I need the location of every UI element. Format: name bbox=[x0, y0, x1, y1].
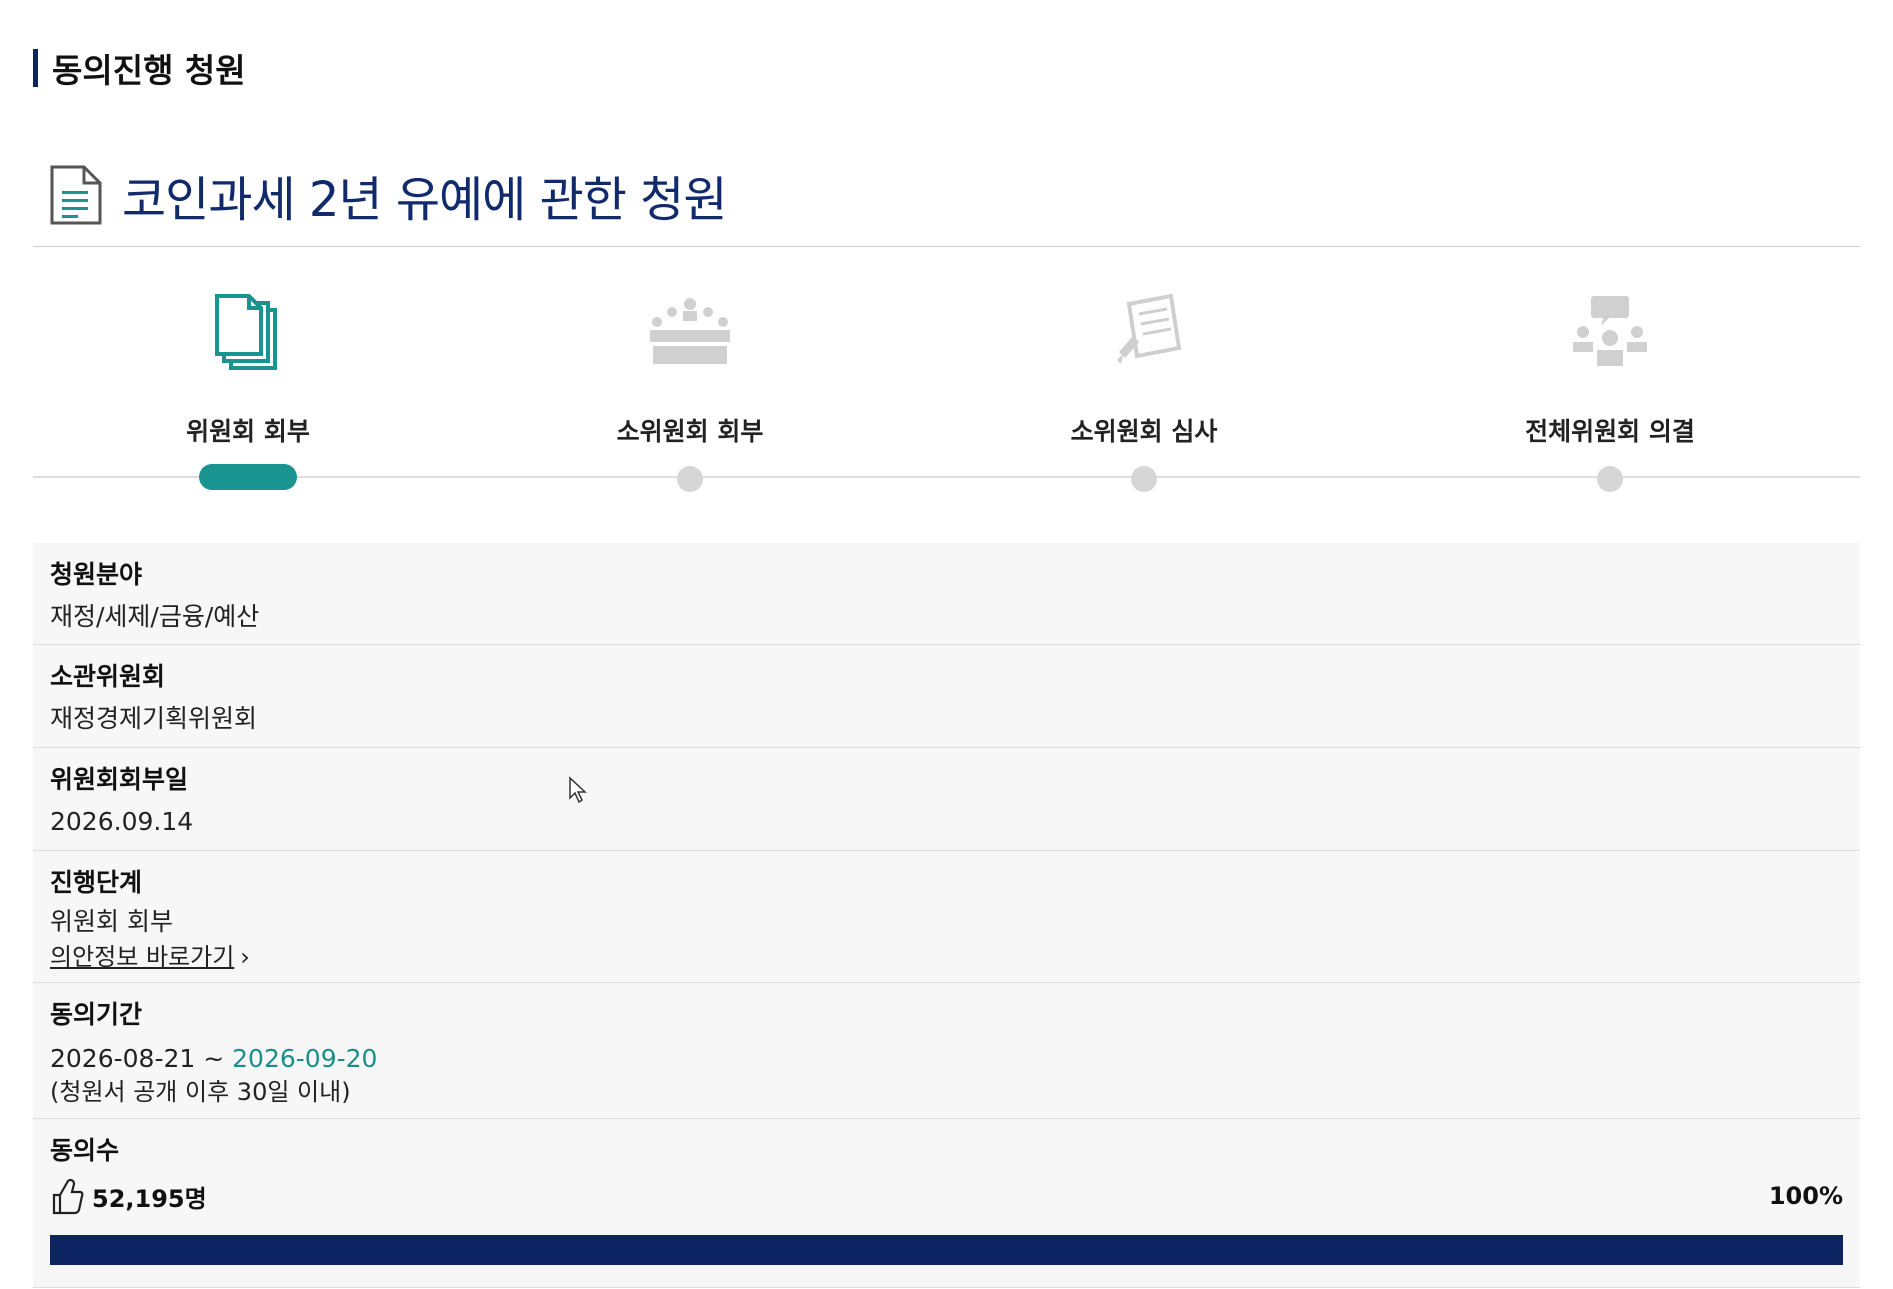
section-heading-text: 동의진행 청원 bbox=[52, 51, 246, 90]
info-label: 동의기간 bbox=[50, 1000, 143, 1029]
mouse-cursor-icon bbox=[569, 776, 587, 804]
period-end: 2026-09-20 bbox=[232, 1044, 378, 1073]
info-row-period: 동의기간 2026-08-21 ~ 2026-09-20 (청원서 공개 이후 … bbox=[33, 983, 1860, 1119]
bill-info-link[interactable]: 의안정보 바로가기 › bbox=[50, 943, 250, 971]
info-label: 진행단계 bbox=[50, 868, 143, 897]
petition-title-row: 코인과세 2년 유예에 관한 청원 bbox=[48, 160, 727, 230]
bill-info-link-text[interactable]: 의안정보 바로가기 bbox=[50, 943, 234, 971]
title-divider bbox=[33, 246, 1860, 247]
step-subcommittee-referral: 소위원회 회부 bbox=[510, 290, 870, 448]
agreement-percent: 100% bbox=[1768, 1182, 1843, 1210]
section-heading: 동의진행 청원 bbox=[33, 49, 246, 90]
period-separator: ~ bbox=[203, 1044, 225, 1073]
period-note: (청원서 공개 이후 30일 이내) bbox=[50, 1078, 351, 1106]
step-marker bbox=[1131, 466, 1157, 492]
info-label: 동의수 bbox=[50, 1136, 120, 1165]
info-value: 재정/세제/금융/예산 bbox=[50, 602, 260, 631]
agreement-count: 52,195명 bbox=[92, 1184, 207, 1213]
agreement-progress-fill bbox=[50, 1235, 1843, 1265]
step-subcommittee-review: 소위원회 심사 bbox=[964, 290, 1324, 448]
info-label: 소관위원회 bbox=[50, 662, 166, 691]
info-label: 위원회회부일 bbox=[50, 765, 189, 794]
info-value: 2026.09.14 bbox=[50, 807, 194, 836]
step-label: 전체위원회 의결 bbox=[1525, 417, 1695, 446]
info-row-agreement: 동의수 52,195명 100% bbox=[33, 1119, 1860, 1288]
info-value: 2026-08-21 ~ 2026-09-20 bbox=[50, 1041, 1843, 1077]
review-document-icon bbox=[1117, 293, 1182, 364]
info-row-stage: 진행단계 위원회 회부 의안정보 바로가기 › bbox=[33, 851, 1860, 983]
discussion-people-icon bbox=[1573, 296, 1647, 366]
agreement-progress-bar bbox=[50, 1235, 1843, 1265]
step-committee-referral: 위원회 회부 bbox=[68, 290, 428, 448]
step-full-committee-decision: 전체위원회 의결 bbox=[1430, 290, 1790, 448]
info-value: 위원회 회부 bbox=[50, 907, 173, 936]
petition-info-panel: 청원분야 재정/세제/금융/예산 소관위원회 재정경제기획위원회 위원회회부일 … bbox=[33, 543, 1860, 1288]
thumbs-up-icon bbox=[52, 1178, 84, 1215]
petition-title: 코인과세 2년 유예에 관한 청원 bbox=[122, 172, 727, 228]
meeting-room-icon bbox=[650, 298, 730, 364]
info-label: 청원분야 bbox=[50, 560, 143, 589]
document-icon bbox=[50, 165, 102, 225]
info-row-field: 청원분야 재정/세제/금융/예산 bbox=[33, 543, 1860, 645]
step-label: 소위원회 회부 bbox=[616, 417, 764, 446]
agreement-count-row: 52,195명 100% bbox=[50, 1177, 1843, 1215]
info-row-referral-date: 위원회회부일 2026.09.14 bbox=[33, 748, 1860, 851]
chevron-right-icon: › bbox=[240, 943, 250, 971]
info-value: 재정경제기획위원회 bbox=[50, 704, 258, 733]
step-marker bbox=[1597, 466, 1623, 492]
documents-icon bbox=[215, 294, 277, 370]
step-marker-active bbox=[199, 464, 297, 490]
info-row-committee: 소관위원회 재정경제기획위원회 bbox=[33, 645, 1860, 748]
steps-line bbox=[33, 476, 1860, 478]
period-start: 2026-08-21 bbox=[50, 1044, 196, 1073]
step-marker bbox=[677, 466, 703, 492]
step-label: 위원회 회부 bbox=[186, 417, 310, 446]
step-label: 소위원회 심사 bbox=[1070, 417, 1218, 446]
